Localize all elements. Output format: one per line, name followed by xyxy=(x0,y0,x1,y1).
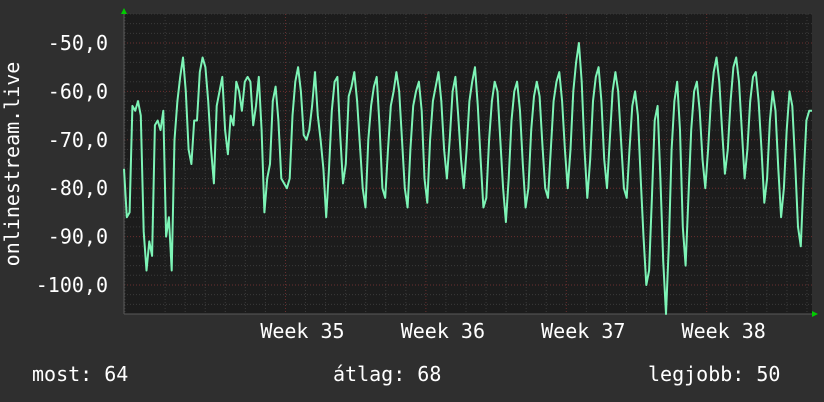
x-tick-label: Week 37 xyxy=(541,319,625,343)
x-tick-label: Week 35 xyxy=(260,319,344,343)
y-tick-label: -70,0 xyxy=(48,128,108,152)
x-tick-label: Week 36 xyxy=(401,319,485,343)
y-tick-label: -60,0 xyxy=(48,79,108,103)
x-axis-arrow xyxy=(812,311,818,317)
best-value: legjobb: 50 xyxy=(648,362,781,386)
y-tick-label: -80,0 xyxy=(48,176,108,200)
y-tick-label: -100,0 xyxy=(36,273,108,297)
average-value: átlag: 68 xyxy=(333,362,442,386)
line-chart: -50,0 -60,0 -70,0 -80,0 -90,0 -100,0 Week 35 We… xyxy=(0,8,818,343)
chart-root: -50,0 -60,0 -70,0 -80,0 -90,0 -100,0 Week 35 We… xyxy=(0,0,824,402)
plot-area xyxy=(124,14,812,314)
y-axis-arrow xyxy=(121,8,127,14)
y-tick-label: -90,0 xyxy=(48,225,108,249)
current-value: most: 64 xyxy=(32,362,129,386)
y-tick-label: -50,0 xyxy=(48,31,108,55)
x-tick-label: Week 38 xyxy=(682,319,766,343)
y-axis-label: onlinestream.live xyxy=(0,62,24,267)
